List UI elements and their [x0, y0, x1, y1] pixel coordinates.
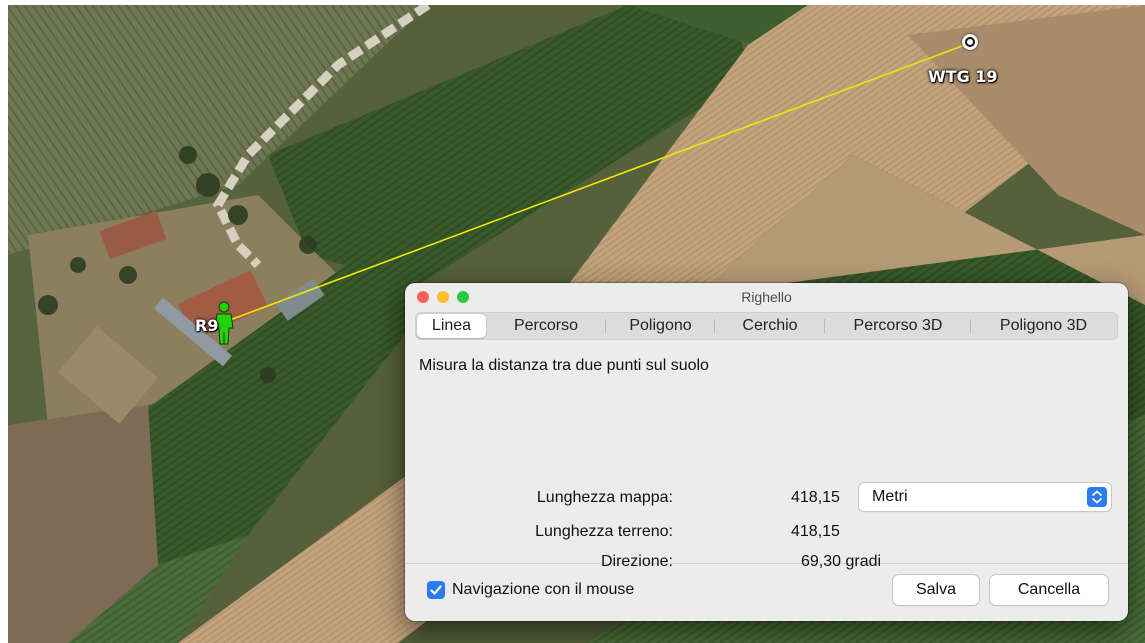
tab-label: Poligono [629, 317, 692, 334]
marker-label-r9: R9 [195, 316, 219, 335]
dialog-footer: Navigazione con il mouse Salva Cancella [405, 564, 1128, 621]
target-pin-icon[interactable] [962, 34, 978, 50]
window-title: Righello [741, 289, 792, 305]
tab-cerchio[interactable]: Cerchio [715, 314, 825, 338]
unit-select[interactable]: Metri [859, 483, 1111, 511]
tab-label: Cerchio [742, 317, 798, 334]
tab-bar: Linea Percorso Poligono Cerchio Percorso… [415, 312, 1118, 340]
measurement-panel: Misura la distanza tra due punti sul suo… [405, 340, 1128, 570]
tab-label: Linea [431, 317, 472, 334]
tab-label: Percorso 3D [853, 317, 943, 334]
tab-percorso-3d[interactable]: Percorso 3D [825, 314, 971, 338]
tab-poligono-3d[interactable]: Poligono 3D [971, 314, 1116, 338]
tab-percorso[interactable]: Percorso [486, 314, 606, 338]
title-bar[interactable]: Righello [405, 283, 1128, 310]
cancel-button-label: Cancella [1017, 581, 1081, 598]
map-length-label: Lunghezza mappa: [536, 489, 673, 506]
unit-select-value: Metri [872, 488, 908, 505]
up-down-chevron-icon [1087, 487, 1107, 507]
tab-poligono[interactable]: Poligono [606, 314, 715, 338]
marker-label-wtg19: WTG 19 [928, 67, 998, 86]
save-button[interactable]: Salva [893, 575, 979, 605]
ground-length-value: 418,15 [791, 523, 840, 540]
tab-linea[interactable]: Linea [417, 314, 486, 338]
map-length-value: 418,15 [791, 489, 840, 506]
mouse-navigation-checkbox[interactable] [427, 581, 445, 599]
cancel-button[interactable]: Cancella [990, 575, 1108, 605]
tab-label: Poligono 3D [999, 317, 1088, 334]
checkmark-icon [430, 585, 442, 595]
save-button-label: Salva [915, 581, 957, 598]
description-text: Misura la distanza tra due punti sul suo… [419, 357, 709, 374]
tab-label: Percorso [513, 317, 579, 334]
ground-length-label: Lunghezza terreno: [535, 523, 673, 540]
mouse-navigation-label[interactable]: Navigazione con il mouse [452, 581, 634, 599]
ruler-dialog: Righello Linea Percorso Poligono Cerchio… [405, 283, 1128, 621]
